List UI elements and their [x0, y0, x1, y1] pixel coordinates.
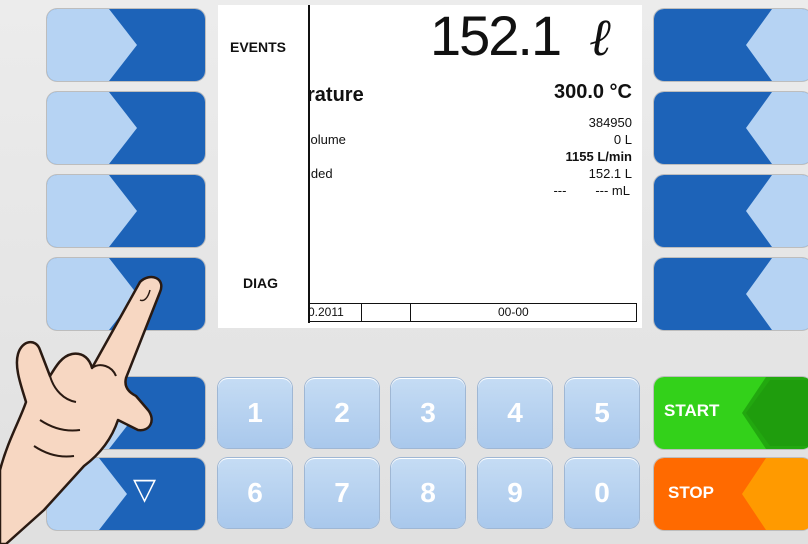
temperature-value: 300.0 °C — [553, 81, 632, 103]
footer-date: 0.2011 — [308, 305, 344, 319]
key-0[interactable]: 0 — [565, 458, 639, 528]
key-1[interactable]: 1 — [218, 378, 292, 448]
row-label: ided — [308, 166, 333, 181]
row-value: 152.1 L — [588, 166, 632, 181]
events-label: EVENTS — [230, 39, 287, 55]
diag-label: DIAG — [243, 275, 278, 291]
footer-divider — [361, 304, 362, 321]
right-softkey-3[interactable] — [654, 175, 808, 247]
key-7[interactable]: 7 — [305, 458, 379, 528]
row-value: --- --- mL — [553, 183, 630, 198]
volume-readout: 152.1 — [430, 5, 562, 67]
stop-button[interactable]: STOP — [654, 458, 808, 530]
row-value: 384950 — [588, 115, 632, 130]
right-softkey-2[interactable] — [654, 92, 808, 164]
key-8[interactable]: 8 — [391, 458, 465, 528]
right-softkey-1[interactable] — [654, 9, 808, 81]
right-softkey-4[interactable] — [654, 258, 808, 330]
key-9[interactable]: 9 — [478, 458, 552, 528]
start-label: START — [664, 401, 720, 420]
flow-rate-value: 1155 L/min — [565, 149, 632, 164]
temperature-label: rature — [307, 84, 364, 106]
key-2[interactable]: 2 — [305, 378, 379, 448]
status-footer: 0.2011 00-00 — [308, 303, 637, 322]
left-softkey-3[interactable] — [47, 175, 205, 247]
liter-unit: ℓ — [590, 7, 613, 68]
left-softkey-1[interactable] — [47, 9, 205, 81]
device-panel: EVENTS DIAG 152.1 ℓ rature 300.0 °C 3849… — [0, 0, 808, 544]
row-value: 0 L — [613, 132, 632, 147]
display-screen: EVENTS DIAG 152.1 ℓ rature 300.0 °C 3849… — [218, 5, 642, 328]
key-3[interactable]: 3 — [391, 378, 465, 448]
footer-code: 00-00 — [498, 305, 529, 319]
left-softkey-2[interactable] — [47, 92, 205, 164]
key-6[interactable]: 6 — [218, 458, 292, 528]
row-label: 'olume — [308, 132, 346, 147]
stop-label: STOP — [668, 483, 714, 502]
key-4[interactable]: 4 — [478, 378, 552, 448]
footer-divider — [410, 304, 411, 321]
start-button[interactable]: START — [654, 377, 808, 449]
screen-divider — [308, 5, 310, 323]
key-5[interactable]: 5 — [565, 378, 639, 448]
pointing-hand-icon — [0, 275, 163, 544]
